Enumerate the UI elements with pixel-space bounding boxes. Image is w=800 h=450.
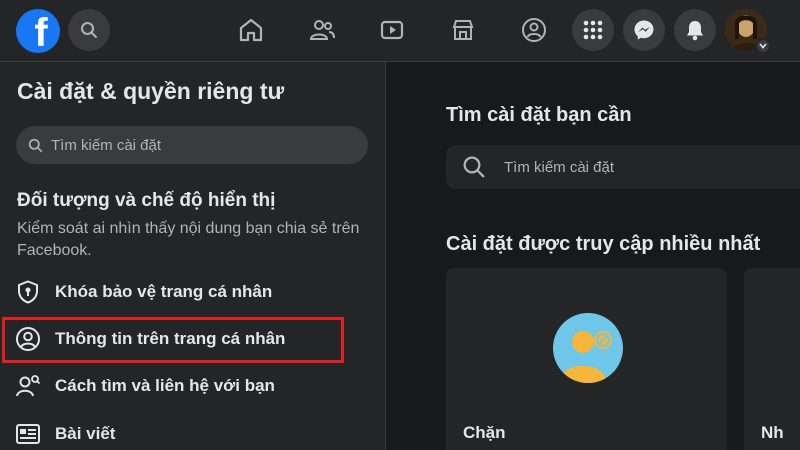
sidebar-item-find-contact[interactable]: Cách tìm và liên hệ với bạn xyxy=(14,366,275,406)
sidebar-item-posts[interactable]: Bài viết xyxy=(14,414,115,450)
groups-tab[interactable] xyxy=(516,12,552,48)
friends-icon xyxy=(309,20,335,40)
menu-grid-icon xyxy=(583,20,603,40)
notifications-button[interactable] xyxy=(674,9,716,51)
find-contact-icon xyxy=(14,372,42,400)
settings-search-placeholder: Tìm kiếm cài đặt xyxy=(51,136,162,154)
notifications-icon xyxy=(687,21,703,41)
home-icon xyxy=(239,18,263,42)
search-icon xyxy=(463,156,485,178)
settings-search-input[interactable]: Tìm kiếm cài đặt xyxy=(16,126,368,164)
settings-sidebar: Cài đặt & quyền riêng tư Tìm kiếm cài đặ… xyxy=(0,62,386,450)
main-search-placeholder: Tìm kiếm cài đặt xyxy=(504,158,615,176)
settings-card-partial[interactable]: Nh xyxy=(744,268,800,450)
main-heading: Tìm cài đặt bạn cần xyxy=(446,104,632,126)
highlight-annotation xyxy=(2,317,344,363)
top-navigation-bar: f xyxy=(0,0,800,62)
facebook-logo[interactable]: f xyxy=(16,9,60,53)
watch-tab[interactable] xyxy=(374,12,410,48)
search-button[interactable] xyxy=(68,9,110,51)
blocking-icon xyxy=(553,313,623,383)
search-icon xyxy=(28,138,43,152)
messenger-icon xyxy=(634,20,654,40)
sidebar-item-profile-lock[interactable]: Khóa bảo vệ trang cá nhân xyxy=(14,272,272,312)
card-label: Nh xyxy=(761,423,784,442)
section-title: Đối tượng và chế độ hiển thị xyxy=(17,190,276,211)
search-icon xyxy=(81,22,97,38)
facebook-logo-letter: f xyxy=(34,11,48,53)
marketplace-tab[interactable] xyxy=(445,12,481,48)
friends-tab[interactable] xyxy=(304,12,340,48)
sidebar-title: Cài đặt & quyền riêng tư xyxy=(17,78,285,104)
account-menu-toggle[interactable] xyxy=(755,38,771,54)
main-search-input[interactable]: Tìm kiếm cài đặt xyxy=(446,145,800,189)
posts-icon xyxy=(14,420,42,448)
groups-icon xyxy=(522,18,546,42)
sidebar-item-label: Khóa bảo vệ trang cá nhân xyxy=(55,282,273,301)
section-description: Kiểm soát ai nhìn thấy nội dung bạn chia… xyxy=(17,220,360,259)
settings-card-blocking[interactable]: Chặn xyxy=(446,268,727,450)
sidebar-item-label: Cách tìm và liên hệ với bạn xyxy=(55,376,275,395)
chevron-down-icon xyxy=(759,43,767,49)
shield-lock-icon xyxy=(14,278,42,306)
card-label: Chặn xyxy=(463,423,506,442)
sidebar-item-label: Bài viết xyxy=(55,424,116,443)
most-accessed-heading: Cài đặt được truy cập nhiều nhất xyxy=(446,233,761,255)
menu-button[interactable] xyxy=(572,9,614,51)
watch-icon xyxy=(380,20,404,40)
messenger-button[interactable] xyxy=(623,9,665,51)
home-tab[interactable] xyxy=(233,12,269,48)
marketplace-icon xyxy=(452,20,474,40)
